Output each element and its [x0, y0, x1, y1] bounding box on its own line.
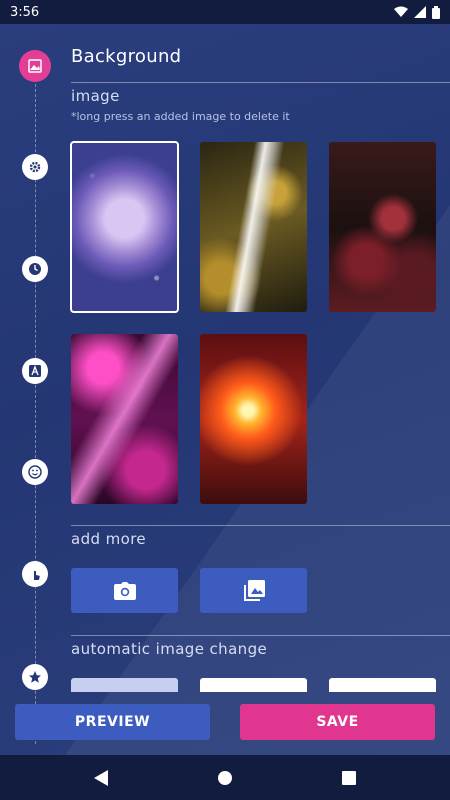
page-title: Background	[71, 46, 182, 67]
status-bar: 3:56	[0, 0, 450, 24]
status-time: 3:56	[10, 4, 40, 20]
add-more-label: add more	[71, 530, 147, 548]
thumbnail-roses[interactable]	[329, 142, 436, 312]
text-icon[interactable]	[22, 358, 48, 384]
star-icon[interactable]	[22, 664, 48, 690]
gallery-icon	[243, 579, 265, 601]
divider	[71, 525, 450, 526]
save-button[interactable]: SAVE	[240, 704, 435, 740]
camera-button[interactable]	[71, 568, 178, 613]
preview-button[interactable]: PREVIEW	[15, 704, 210, 740]
battery-icon	[432, 5, 440, 19]
gallery-button[interactable]	[200, 568, 307, 613]
recents-icon[interactable]	[342, 770, 356, 785]
timeline-line	[35, 84, 36, 744]
delete-hint: *long press an added image to delete it	[71, 110, 290, 123]
main-content: Background image *long press an added im…	[0, 24, 450, 755]
thumbnail-rose[interactable]	[70, 141, 179, 313]
home-icon[interactable]	[218, 770, 232, 785]
action-bar: PREVIEW SAVE	[0, 690, 450, 755]
divider	[71, 82, 450, 83]
image-section-label: image	[71, 87, 120, 105]
touch-icon[interactable]	[22, 561, 48, 587]
signal-icon	[414, 6, 426, 18]
wifi-icon	[394, 6, 408, 17]
thumbnail-pink-nebula[interactable]	[71, 334, 178, 504]
divider	[71, 635, 450, 636]
gear-icon[interactable]	[22, 154, 48, 180]
camera-icon	[113, 581, 136, 600]
image-icon[interactable]	[19, 50, 51, 82]
navigation-bar	[0, 755, 450, 800]
back-icon[interactable]	[94, 769, 108, 786]
thumbnail-fire-burst[interactable]	[200, 334, 307, 504]
emoji-icon[interactable]	[22, 459, 48, 485]
thumbnail-feather[interactable]	[200, 142, 307, 312]
auto-change-label: automatic image change	[71, 640, 268, 658]
clock-icon[interactable]	[22, 256, 48, 282]
